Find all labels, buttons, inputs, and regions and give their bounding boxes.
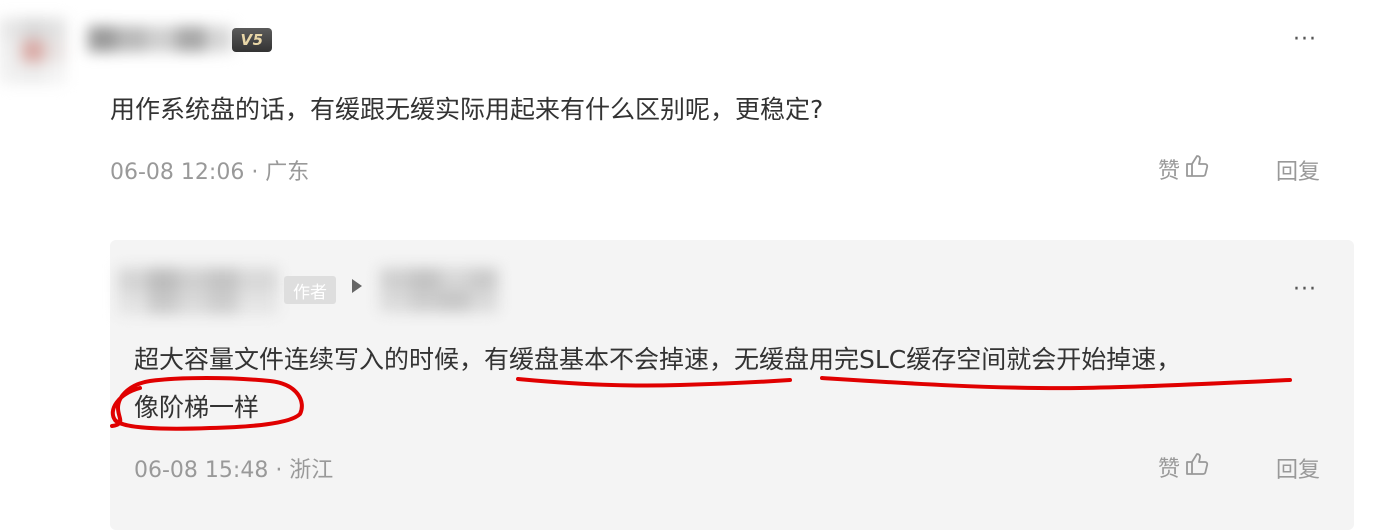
commenter-avatar[interactable] (0, 18, 72, 84)
reply-text-line-1: 超大容量文件连续写入的时候，有缓盘基本不会掉速，无缓盘用完SLC缓存空间就会开始… (134, 345, 1182, 374)
thumb-up-icon (1184, 153, 1210, 185)
more-options-icon[interactable]: ··· (1293, 29, 1317, 51)
commenter-username[interactable] (88, 22, 238, 56)
reply-like-button[interactable]: 赞 (1158, 451, 1210, 483)
like-button[interactable]: 赞 (1158, 153, 1210, 185)
comment-meta: 06-08 12:06 · 广东 (110, 160, 310, 185)
reply-like-label: 赞 (1158, 457, 1181, 482)
reply-arrow-icon (352, 279, 362, 293)
reply-author-username[interactable] (118, 268, 283, 316)
like-label: 赞 (1158, 159, 1181, 184)
reply-target-username[interactable] (380, 268, 500, 314)
reply-more-options-icon[interactable]: ··· (1293, 279, 1317, 301)
vip-level-badge: V5 (232, 28, 272, 52)
author-tag: 作者 (284, 276, 336, 304)
reply-meta: 06-08 15:48 · 浙江 (134, 458, 334, 483)
comment-text: 用作系统盘的话，有缓跟无缓实际用起来有什么区别呢，更稳定? (110, 95, 824, 124)
reply-button[interactable]: 回复 (1276, 154, 1320, 186)
reply-reply-button[interactable]: 回复 (1276, 452, 1320, 484)
reply-text-line-2: 像阶梯一样 (134, 393, 260, 422)
thumb-up-icon (1184, 451, 1210, 483)
